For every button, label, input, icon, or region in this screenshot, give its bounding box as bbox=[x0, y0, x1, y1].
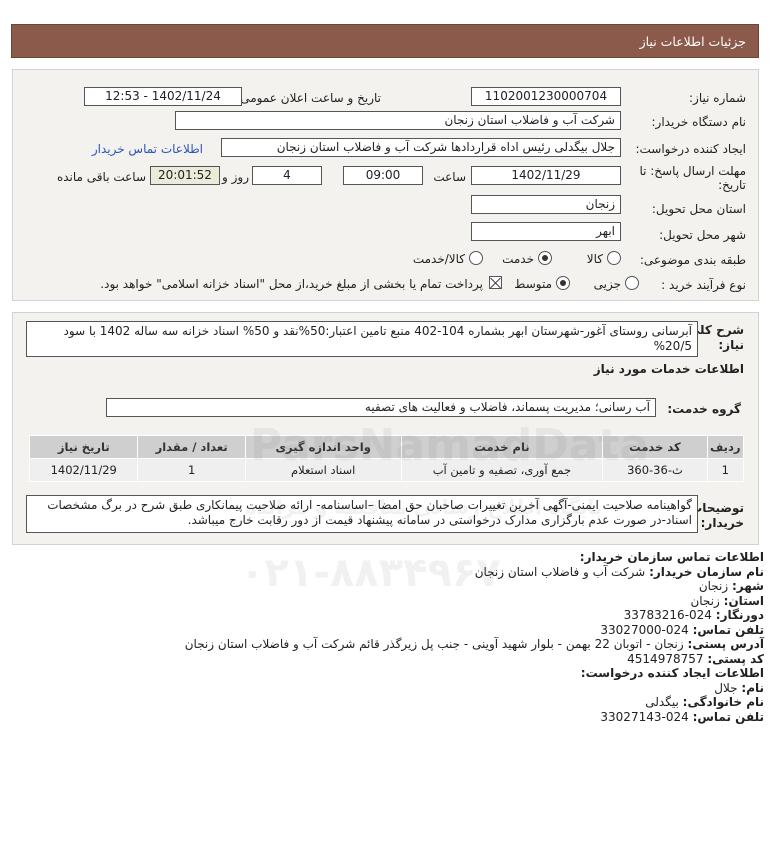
buyer-label: نام دستگاه خریدار: bbox=[651, 115, 747, 129]
cell-code: ث-36-360 bbox=[602, 458, 708, 482]
creator-phone-value: 024-33027143 bbox=[600, 709, 689, 724]
phone-value: 024-33027000 bbox=[600, 622, 689, 637]
time-label: ساعت bbox=[433, 170, 466, 184]
contact-heading: اطلاعات تماس سازمان خریدار: bbox=[579, 550, 764, 564]
process-radio-medium[interactable] bbox=[556, 276, 570, 290]
summary-field[interactable]: آبرسانی روستای آغور-شهرستان ابهر بشماره … bbox=[26, 321, 698, 357]
buyer-contact-info: اطلاعات تماس سازمان خریدار: نام سازمان خ… bbox=[164, 550, 764, 724]
table-header-row: ردیف کد خدمت نام خدمت واحد اندازه گیری ت… bbox=[28, 435, 744, 459]
fax-label: دورنگار: bbox=[715, 608, 764, 622]
need-info-panel: شماره نیاز: 1102001230000704 تاریخ و ساع… bbox=[12, 69, 759, 301]
org-label: نام سازمان خریدار: bbox=[649, 564, 764, 579]
name-value: جلال bbox=[714, 680, 738, 695]
cell-name: جمع آوری، تصفیه و تامین آب bbox=[400, 458, 604, 482]
remaining-time-field: 20:01:52 bbox=[150, 166, 220, 185]
buyer-contact-link[interactable]: اطلاعات تماس خریدار bbox=[92, 142, 203, 156]
category-option-goods: کالا bbox=[586, 252, 603, 266]
days-field[interactable]: 4 bbox=[252, 166, 322, 185]
category-option-goods-service: کالا/خدمت bbox=[412, 252, 465, 266]
deadline-date-label: تاریخ: bbox=[718, 178, 746, 192]
city-label: شهر محل تحویل: bbox=[659, 228, 746, 242]
postal-value: 4514978757 bbox=[627, 651, 704, 666]
family-label: نام خانوادگی: bbox=[682, 695, 764, 709]
need-number-label: شماره نیاز: bbox=[689, 91, 746, 105]
deadline-date-field[interactable]: 1402/11/29 bbox=[471, 166, 621, 185]
buyer-notes-field[interactable]: گواهینامه صلاحیت ایمنی-آگهی آخرین تغییرا… bbox=[26, 495, 698, 533]
need-number-field[interactable]: 1102001230000704 bbox=[471, 87, 621, 106]
creator-heading: اطلاعات ایجاد کننده درخواست: bbox=[580, 666, 764, 680]
postal-label: کد پستی: bbox=[707, 651, 764, 666]
creator-phone-label: تلفن تماس: bbox=[692, 709, 764, 724]
contact-city-value: زنجان bbox=[698, 579, 729, 593]
services-heading: اطلاعات خدمات مورد نیاز bbox=[593, 362, 744, 376]
process-label: نوع فرآیند خرید : bbox=[661, 278, 746, 292]
province-label: استان محل تحویل: bbox=[651, 202, 746, 216]
announce-field[interactable]: 1402/11/24 - 12:53 bbox=[84, 87, 242, 106]
col-date-header: تاریخ نیاز bbox=[28, 435, 139, 459]
contact-province-label: استان: bbox=[723, 593, 764, 608]
process-radio-minor[interactable] bbox=[625, 276, 639, 290]
page-title-bar: جزئیات اطلاعات نیاز bbox=[11, 24, 759, 58]
family-value: بیگدلی bbox=[645, 695, 679, 709]
category-radio-goods[interactable] bbox=[607, 251, 621, 265]
service-group-label: گروه خدمت: bbox=[667, 402, 741, 416]
buyer-field[interactable]: شرکت آب و فاضلاب استان زنجان bbox=[175, 111, 621, 130]
deadline-label: مهلت ارسال پاسخ: تا bbox=[639, 164, 746, 178]
cell-row: 1 bbox=[706, 458, 744, 482]
col-qty-header: تعداد / مقدار bbox=[137, 435, 246, 459]
category-radio-service[interactable] bbox=[538, 251, 552, 265]
notes-label-2: خریدار: bbox=[700, 516, 744, 530]
service-group-field[interactable]: آب رسانی؛ مدیریت پسماند، فاضلاب و فعالیت… bbox=[106, 398, 656, 417]
page-title: جزئیات اطلاعات نیاز bbox=[639, 34, 746, 49]
contact-city-label: شهر: bbox=[732, 579, 764, 593]
treasury-payment-checkbox[interactable] bbox=[489, 276, 502, 289]
fax-value: 024-33783216 bbox=[623, 608, 712, 622]
deadline-time-field[interactable]: 09:00 bbox=[343, 166, 423, 185]
org-value: شرکت آب و فاضلاب استان زنجان bbox=[474, 564, 646, 579]
summary-label-2: نیاز: bbox=[718, 338, 744, 352]
contact-province-value: زنجان bbox=[690, 593, 720, 608]
notes-label-1: توضیحات bbox=[690, 501, 744, 515]
remaining-label: ساعت باقی مانده bbox=[56, 170, 146, 184]
col-unit-header: واحد اندازه گیری bbox=[244, 435, 402, 459]
cell-unit: اسناد استعلام bbox=[244, 458, 402, 482]
phone-label: تلفن تماس: bbox=[692, 622, 764, 637]
category-label: طبقه بندی موضوعی: bbox=[639, 253, 746, 267]
category-option-service: خدمت bbox=[502, 252, 534, 266]
province-field[interactable]: زنجان bbox=[471, 195, 621, 214]
cell-date: 1402/11/29 bbox=[28, 458, 139, 482]
process-option-minor: جزیی bbox=[593, 277, 621, 291]
col-name-header: نام خدمت bbox=[400, 435, 604, 459]
process-option-medium: متوسط bbox=[514, 277, 552, 291]
need-details-section: شرح کلی نیاز: آبرسانی روستای آغور-شهرستا… bbox=[12, 312, 759, 545]
address-label: آدرس پستی: bbox=[687, 637, 764, 651]
announce-label: تاریخ و ساعت اعلان عمومی: bbox=[236, 91, 381, 105]
category-radio-goods-service[interactable] bbox=[469, 251, 483, 265]
city-field[interactable]: ابهر bbox=[471, 222, 621, 241]
treasury-payment-note: پرداخت تمام یا بخشی از مبلغ خرید،از محل … bbox=[100, 277, 483, 291]
name-label: نام: bbox=[741, 680, 764, 695]
cell-qty: 1 bbox=[137, 458, 246, 482]
col-row-header: ردیف bbox=[706, 435, 744, 459]
creator-label: ایجاد کننده درخواست: bbox=[635, 142, 746, 156]
services-table: ردیف کد خدمت نام خدمت واحد اندازه گیری ت… bbox=[28, 435, 744, 482]
days-label: روز و bbox=[222, 170, 249, 184]
col-code-header: کد خدمت bbox=[602, 435, 708, 459]
address-value: زنجان - اتوبان 22 بهمن - بلوار شهید آوین… bbox=[184, 637, 684, 651]
table-row[interactable]: 1 ث-36-360 جمع آوری، تصفیه و تامین آب اس… bbox=[28, 458, 744, 482]
creator-field[interactable]: جلال بیگدلی رئیس اداه قراردادها شرکت آب … bbox=[221, 138, 621, 157]
